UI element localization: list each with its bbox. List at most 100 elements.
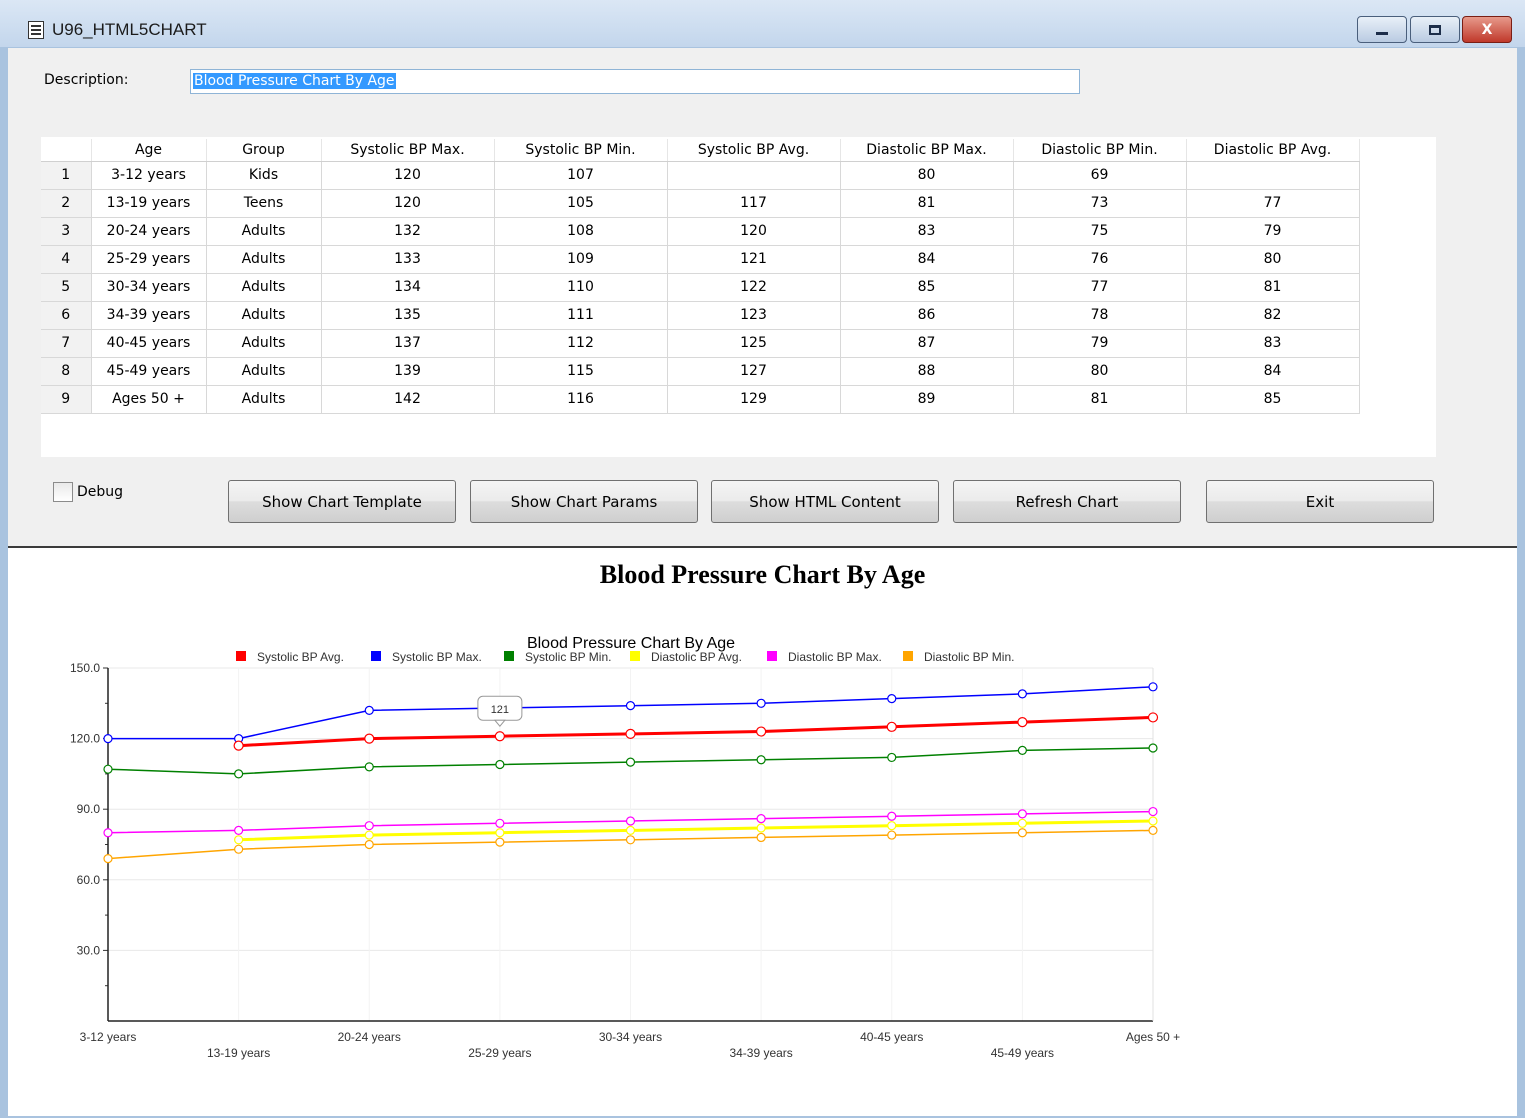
grid-cell[interactable]: 129 xyxy=(667,385,841,414)
grid-cell[interactable]: 81 xyxy=(840,189,1014,218)
row-header[interactable]: 6 xyxy=(41,301,92,330)
table-row[interactable]: 5 30-34 years Adults 134 110 122 85 77 81 xyxy=(41,273,1360,302)
grid-cell[interactable]: 77 xyxy=(1013,273,1187,302)
grid-cell[interactable]: Adults xyxy=(206,217,322,246)
grid-cell[interactable]: 81 xyxy=(1013,385,1187,414)
grid-cell[interactable]: 123 xyxy=(667,301,841,330)
grid-cell[interactable]: 88 xyxy=(840,357,1014,386)
maximize-button[interactable] xyxy=(1410,16,1460,43)
data-grid[interactable]: Age Group Systolic BP Max. Systolic BP Min.… xyxy=(41,139,1360,414)
grid-cell[interactable]: 25-29 years xyxy=(91,245,207,274)
refresh-chart-button[interactable]: Refresh Chart xyxy=(953,480,1181,523)
grid-cell[interactable]: 3-12 years xyxy=(91,161,207,190)
grid-cell[interactable]: 105 xyxy=(494,189,668,218)
grid-cell[interactable]: 20-24 years xyxy=(91,217,207,246)
grid-cell[interactable]: 133 xyxy=(321,245,495,274)
grid-cell[interactable]: 120 xyxy=(321,161,495,190)
row-header[interactable]: 4 xyxy=(41,245,92,274)
grid-cell[interactable]: 82 xyxy=(1186,301,1360,330)
description-input[interactable]: Blood Pressure Chart By Age xyxy=(190,69,1080,94)
show-html-content-button[interactable]: Show HTML Content xyxy=(711,480,939,523)
column-header[interactable]: Diastolic BP Max. xyxy=(840,139,1014,162)
grid-cell[interactable]: 83 xyxy=(1186,329,1360,358)
grid-cell[interactable]: 137 xyxy=(321,329,495,358)
grid-cell[interactable]: 87 xyxy=(840,329,1014,358)
table-row[interactable]: 7 40-45 years Adults 137 112 125 87 79 83 xyxy=(41,329,1360,358)
grid-cell[interactable]: 34-39 years xyxy=(91,301,207,330)
grid-cell[interactable]: 127 xyxy=(667,357,841,386)
grid-cell[interactable]: 120 xyxy=(667,217,841,246)
row-header[interactable]: 2 xyxy=(41,189,92,218)
grid-cell[interactable]: 73 xyxy=(1013,189,1187,218)
grid-cell[interactable]: 132 xyxy=(321,217,495,246)
grid-cell[interactable]: 79 xyxy=(1013,329,1187,358)
grid-cell[interactable]: Adults xyxy=(206,273,322,302)
grid-cell[interactable]: 108 xyxy=(494,217,668,246)
column-header[interactable]: Diastolic BP Avg. xyxy=(1186,139,1360,162)
grid-cell[interactable]: Adults xyxy=(206,301,322,330)
grid-cell[interactable]: 84 xyxy=(1186,357,1360,386)
show-chart-template-button[interactable]: Show Chart Template xyxy=(228,480,456,523)
table-row[interactable]: 6 34-39 years Adults 135 111 123 86 78 82 xyxy=(41,301,1360,330)
grid-cell[interactable]: 30-34 years xyxy=(91,273,207,302)
row-header[interactable]: 1 xyxy=(41,161,92,190)
grid-cell[interactable]: 81 xyxy=(1186,273,1360,302)
grid-cell[interactable]: 142 xyxy=(321,385,495,414)
grid-cell[interactable]: 125 xyxy=(667,329,841,358)
grid-cell[interactable]: 134 xyxy=(321,273,495,302)
column-header[interactable]: Group xyxy=(206,139,322,162)
grid-cell[interactable]: 80 xyxy=(1013,357,1187,386)
grid-cell[interactable]: 13-19 years xyxy=(91,189,207,218)
grid-cell[interactable]: 40-45 years xyxy=(91,329,207,358)
chart-view[interactable]: Blood Pressure Chart By Age Blood Pressu… xyxy=(8,548,1517,1116)
grid-cell[interactable]: 76 xyxy=(1013,245,1187,274)
table-row[interactable]: 3 20-24 years Adults 132 108 120 83 75 79 xyxy=(41,217,1360,246)
table-row[interactable]: 8 45-49 years Adults 139 115 127 88 80 84 xyxy=(41,357,1360,386)
grid-cell[interactable] xyxy=(1186,161,1360,190)
grid-cell[interactable]: 45-49 years xyxy=(91,357,207,386)
grid-cell[interactable]: 135 xyxy=(321,301,495,330)
grid-cell[interactable]: Teens xyxy=(206,189,322,218)
grid-cell[interactable]: 109 xyxy=(494,245,668,274)
grid-cell[interactable]: Adults xyxy=(206,329,322,358)
grid-cell[interactable]: 77 xyxy=(1186,189,1360,218)
row-header[interactable]: 8 xyxy=(41,357,92,386)
grid-cell[interactable]: 139 xyxy=(321,357,495,386)
grid-cell[interactable]: 117 xyxy=(667,189,841,218)
grid-cell[interactable]: 116 xyxy=(494,385,668,414)
grid-cell[interactable]: 89 xyxy=(840,385,1014,414)
grid-cell[interactable]: Adults xyxy=(206,357,322,386)
grid-cell[interactable]: 112 xyxy=(494,329,668,358)
column-header[interactable]: Diastolic BP Min. xyxy=(1013,139,1187,162)
grid-cell[interactable]: 84 xyxy=(840,245,1014,274)
grid-cell[interactable]: 85 xyxy=(1186,385,1360,414)
grid-cell[interactable]: 83 xyxy=(840,217,1014,246)
title-bar[interactable]: U96_HTML5CHART X xyxy=(0,0,1525,48)
grid-cell[interactable]: 85 xyxy=(840,273,1014,302)
table-row[interactable]: 4 25-29 years Adults 133 109 121 84 76 80 xyxy=(41,245,1360,274)
column-header[interactable]: Systolic BP Min. xyxy=(494,139,668,162)
column-header[interactable]: Age xyxy=(91,139,207,162)
table-row[interactable]: 9 Ages 50 + Adults 142 116 129 89 81 85 xyxy=(41,385,1360,414)
grid-cell[interactable]: Kids xyxy=(206,161,322,190)
grid-cell[interactable]: Ages 50 + xyxy=(91,385,207,414)
exit-button[interactable]: Exit xyxy=(1206,480,1434,523)
column-header[interactable]: Systolic BP Avg. xyxy=(667,139,841,162)
row-header[interactable]: 5 xyxy=(41,273,92,302)
grid-cell[interactable]: 69 xyxy=(1013,161,1187,190)
grid-cell[interactable]: 122 xyxy=(667,273,841,302)
grid-cell[interactable]: 107 xyxy=(494,161,668,190)
row-header[interactable]: 9 xyxy=(41,385,92,414)
row-header[interactable]: 7 xyxy=(41,329,92,358)
table-row[interactable]: 1 3-12 years Kids 120 107 80 69 xyxy=(41,161,1360,190)
grid-corner[interactable] xyxy=(41,139,92,162)
grid-cell[interactable] xyxy=(667,161,841,190)
grid-cell[interactable]: Adults xyxy=(206,245,322,274)
grid-cell[interactable]: 111 xyxy=(494,301,668,330)
debug-checkbox-group[interactable]: Debug xyxy=(53,482,123,502)
close-button[interactable]: X xyxy=(1462,16,1512,43)
line-chart[interactable]: Blood Pressure Chart By AgeSystolic BP A… xyxy=(8,548,1517,1116)
grid-cell[interactable]: 110 xyxy=(494,273,668,302)
grid-cell[interactable]: 80 xyxy=(1186,245,1360,274)
grid-cell[interactable]: 115 xyxy=(494,357,668,386)
